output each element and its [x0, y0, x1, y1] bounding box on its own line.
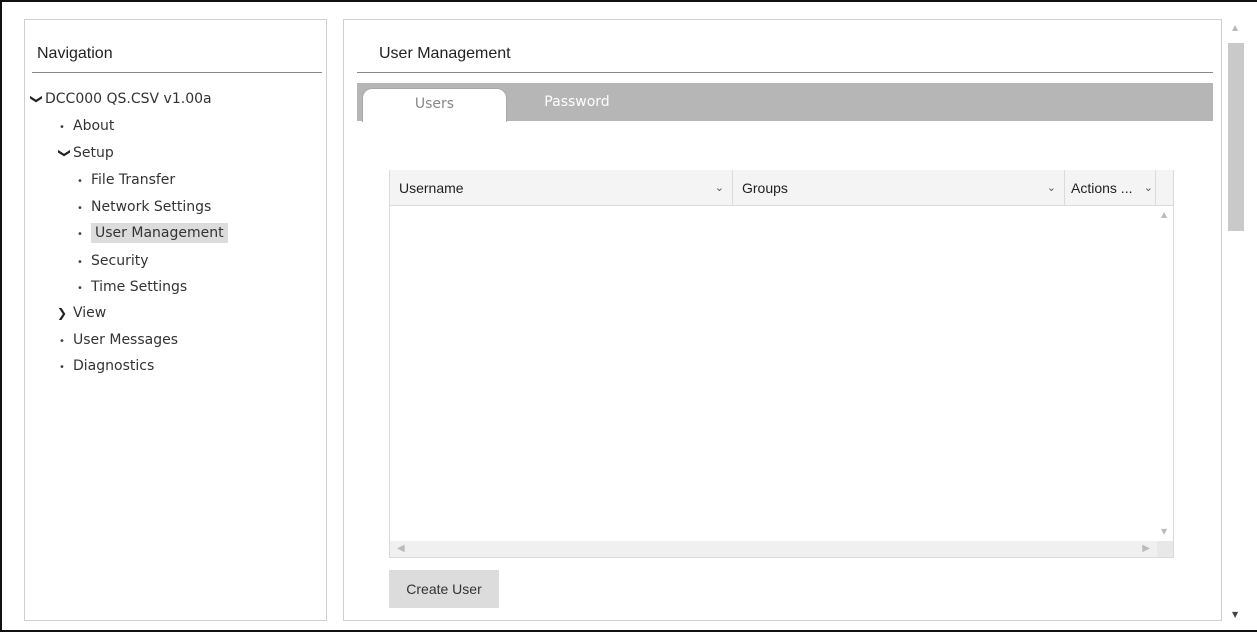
sort-chevron-icon[interactable]: ⌄ [1047, 170, 1056, 206]
column-header-groups[interactable]: Groups ⌄ [733, 170, 1065, 206]
scroll-right-arrow-icon[interactable]: ▶ [1142, 541, 1150, 557]
chevron-down-icon[interactable]: ❯ [26, 91, 48, 107]
tree-item-security[interactable]: • Security [77, 250, 149, 272]
sort-chevron-icon[interactable]: ⌄ [715, 170, 724, 206]
page-title-divider [357, 72, 1213, 73]
table-horizontal-scrollbar[interactable]: ◀ ▶ [390, 541, 1157, 557]
tree-item-view[interactable]: ❯ View [57, 302, 106, 324]
bullet-icon: • [59, 336, 65, 347]
sort-chevron-icon[interactable]: ⌄ [1144, 170, 1153, 206]
column-header-username[interactable]: Username ⌄ [390, 170, 733, 206]
bullet-icon: • [77, 283, 83, 294]
tab-password[interactable]: Password [507, 88, 647, 118]
column-header-filler [1156, 170, 1173, 206]
tree-item-setup[interactable]: ❯Setup [57, 142, 114, 164]
tree-item-device[interactable]: ❯DCC000 QS.CSV v1.00a [29, 88, 212, 110]
scroll-down-arrow-icon[interactable]: ▼ [1161, 527, 1167, 536]
scroll-up-arrow-icon[interactable]: ▲ [1161, 210, 1167, 219]
scroll-down-arrow-icon[interactable]: ▼ [1232, 610, 1238, 619]
navigation-title: Navigation [37, 45, 113, 62]
tree-item-file-transfer[interactable]: • File Transfer [77, 169, 175, 191]
create-user-button[interactable]: Create User [389, 570, 499, 608]
page-vertical-scrollbar[interactable]: ▲ ▼ [1228, 19, 1244, 623]
tree-item-network-settings[interactable]: • Network Settings [77, 196, 211, 218]
navigation-divider [32, 72, 322, 73]
bullet-icon: • [77, 203, 83, 214]
bullet-icon: • [59, 122, 65, 133]
bullet-icon: • [77, 229, 83, 240]
bullet-icon: • [77, 257, 83, 268]
bullet-icon: • [59, 362, 65, 373]
scrollbar-corner [1157, 541, 1173, 557]
tree-item-time-settings[interactable]: • Time Settings [77, 276, 187, 298]
scroll-up-arrow-icon[interactable]: ▲ [1232, 23, 1238, 32]
scrollbar-thumb[interactable] [1228, 43, 1244, 231]
table-vertical-scrollbar[interactable]: ▲ ▼ [1157, 206, 1173, 540]
scroll-left-arrow-icon[interactable]: ◀ [397, 541, 405, 557]
column-header-actions[interactable]: Actions ... ⌄ [1065, 170, 1156, 206]
bullet-icon: • [77, 176, 83, 187]
tree-item-diagnostics[interactable]: • Diagnostics [59, 355, 154, 377]
tab-users[interactable]: Users [362, 88, 507, 122]
tree-item-about[interactable]: • About [59, 115, 114, 137]
tree-item-user-messages[interactable]: • User Messages [59, 329, 178, 351]
tree-item-user-management[interactable]: • User Management [77, 222, 228, 244]
users-table [389, 170, 1174, 558]
chevron-down-icon[interactable]: ❯ [54, 145, 76, 161]
page-title: User Management [379, 45, 511, 62]
chevron-right-icon[interactable]: ❯ [57, 302, 73, 324]
